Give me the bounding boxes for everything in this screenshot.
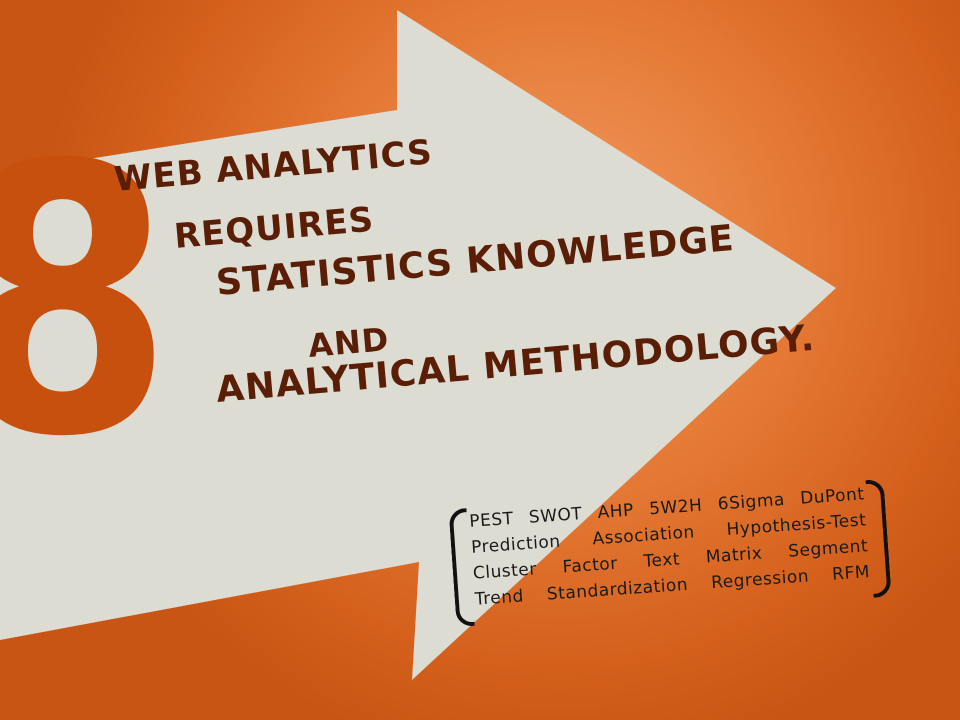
method-item: 5W2H xyxy=(648,495,704,520)
method-item: SWOT xyxy=(528,504,583,528)
method-item: DuPont xyxy=(799,484,866,509)
method-item: AHP xyxy=(596,500,635,523)
method-item: RFM xyxy=(831,562,871,585)
method-item: Cluster xyxy=(472,559,538,584)
method-item: Factor xyxy=(562,553,619,578)
method-item: Trend xyxy=(474,586,525,610)
method-item: PEST xyxy=(468,508,515,532)
method-item: Segment xyxy=(787,536,869,562)
method-item: Hypothesis-Test xyxy=(725,510,867,540)
method-item: 6Sigma xyxy=(717,489,786,515)
method-item: Prediction xyxy=(470,531,562,558)
method-item: Regression xyxy=(710,566,810,594)
method-item: Association xyxy=(591,522,696,550)
method-item: Standardization xyxy=(546,574,689,605)
method-item: Text xyxy=(642,549,681,572)
slide: 8 WEB ANALYTICS REQUIRES STATISTICS KNOW… xyxy=(0,0,960,720)
method-item: Matrix xyxy=(705,543,763,568)
